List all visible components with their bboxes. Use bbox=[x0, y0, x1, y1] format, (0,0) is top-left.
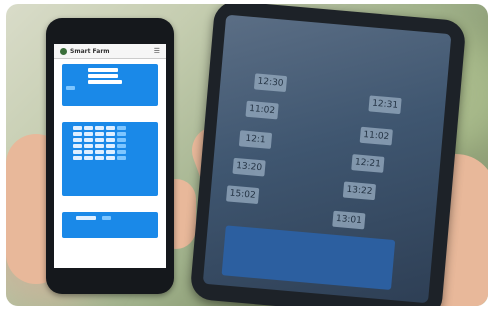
form-row bbox=[66, 85, 154, 90]
time-field[interactable] bbox=[95, 131, 104, 136]
right-phone-screen: 12:30 12:31 11:02 11:02 12:1 12:21 13:20… bbox=[202, 14, 452, 304]
time-field[interactable]: 13:22 bbox=[342, 181, 377, 201]
time-field[interactable] bbox=[84, 137, 93, 142]
time-field[interactable]: 11:02 bbox=[359, 126, 393, 146]
time-field[interactable] bbox=[84, 143, 93, 148]
time-field[interactable]: 13:20 bbox=[232, 157, 266, 177]
time-field[interactable] bbox=[106, 125, 115, 130]
time-field[interactable]: 12:1 bbox=[238, 130, 273, 149]
time-field[interactable] bbox=[84, 131, 93, 136]
time-field[interactable] bbox=[106, 155, 115, 160]
form-row bbox=[66, 67, 154, 72]
time-field[interactable] bbox=[73, 143, 82, 148]
timer-button[interactable] bbox=[117, 143, 126, 148]
timer-card bbox=[62, 122, 158, 196]
time-field[interactable] bbox=[106, 149, 115, 154]
time-field[interactable]: 12:31 bbox=[368, 95, 402, 115]
time-field[interactable] bbox=[73, 131, 82, 136]
text-input[interactable] bbox=[88, 79, 122, 84]
time-field[interactable] bbox=[95, 155, 104, 160]
time-field[interactable]: 12:30 bbox=[253, 73, 288, 93]
time-field[interactable] bbox=[73, 125, 82, 130]
left-phone-screen: Smart Farm ☰ bbox=[54, 44, 166, 268]
time-field[interactable]: 11:02 bbox=[245, 100, 279, 120]
time-field[interactable] bbox=[95, 143, 104, 148]
time-field[interactable] bbox=[106, 143, 115, 148]
time-field[interactable] bbox=[106, 131, 115, 136]
form-row bbox=[66, 79, 154, 84]
time-field[interactable] bbox=[73, 155, 82, 160]
form-row bbox=[66, 73, 154, 78]
time-field[interactable] bbox=[84, 149, 93, 154]
mode-select[interactable] bbox=[76, 215, 96, 220]
time-field[interactable] bbox=[84, 155, 93, 160]
text-input[interactable] bbox=[88, 67, 118, 72]
manual-control-card bbox=[62, 212, 158, 238]
timer-button[interactable] bbox=[117, 155, 126, 160]
hamburger-icon[interactable]: ☰ bbox=[154, 47, 160, 55]
manual-row bbox=[66, 215, 154, 220]
time-field[interactable] bbox=[95, 149, 104, 154]
left-phone: Smart Farm ☰ bbox=[46, 18, 174, 294]
timer-button[interactable] bbox=[117, 137, 126, 142]
time-field[interactable] bbox=[106, 137, 115, 142]
apply-button[interactable] bbox=[102, 215, 111, 220]
time-field[interactable]: 12:21 bbox=[351, 154, 385, 173]
time-field[interactable] bbox=[73, 137, 82, 142]
timer-row bbox=[66, 149, 154, 154]
timer-row bbox=[66, 131, 154, 136]
timer-button[interactable] bbox=[117, 125, 126, 130]
manual-control-card bbox=[221, 225, 396, 290]
right-phone: 12:30 12:31 11:02 11:02 12:1 12:21 13:20… bbox=[189, 4, 467, 306]
brand-name: Smart Farm bbox=[70, 47, 110, 55]
timer-row bbox=[66, 137, 154, 142]
settings-card bbox=[62, 64, 158, 106]
time-field[interactable]: 13:01 bbox=[332, 210, 366, 230]
app-topbar: Smart Farm ☰ bbox=[54, 44, 166, 59]
save-button[interactable] bbox=[66, 85, 75, 90]
text-input[interactable] bbox=[88, 73, 118, 78]
timer-button[interactable] bbox=[117, 131, 126, 136]
logo-icon bbox=[60, 47, 67, 55]
time-field[interactable]: 15:02 bbox=[226, 185, 260, 205]
time-field[interactable] bbox=[95, 137, 104, 142]
timer-row bbox=[66, 125, 154, 130]
time-field[interactable] bbox=[95, 125, 104, 130]
timer-row bbox=[66, 143, 154, 148]
time-field[interactable] bbox=[84, 125, 93, 130]
timer-row bbox=[66, 155, 154, 160]
photo-scene: Smart Farm ☰ 12:30 12:31 11:02 11:02 12:… bbox=[6, 4, 488, 306]
timer-button[interactable] bbox=[117, 149, 126, 154]
time-field[interactable] bbox=[73, 149, 82, 154]
